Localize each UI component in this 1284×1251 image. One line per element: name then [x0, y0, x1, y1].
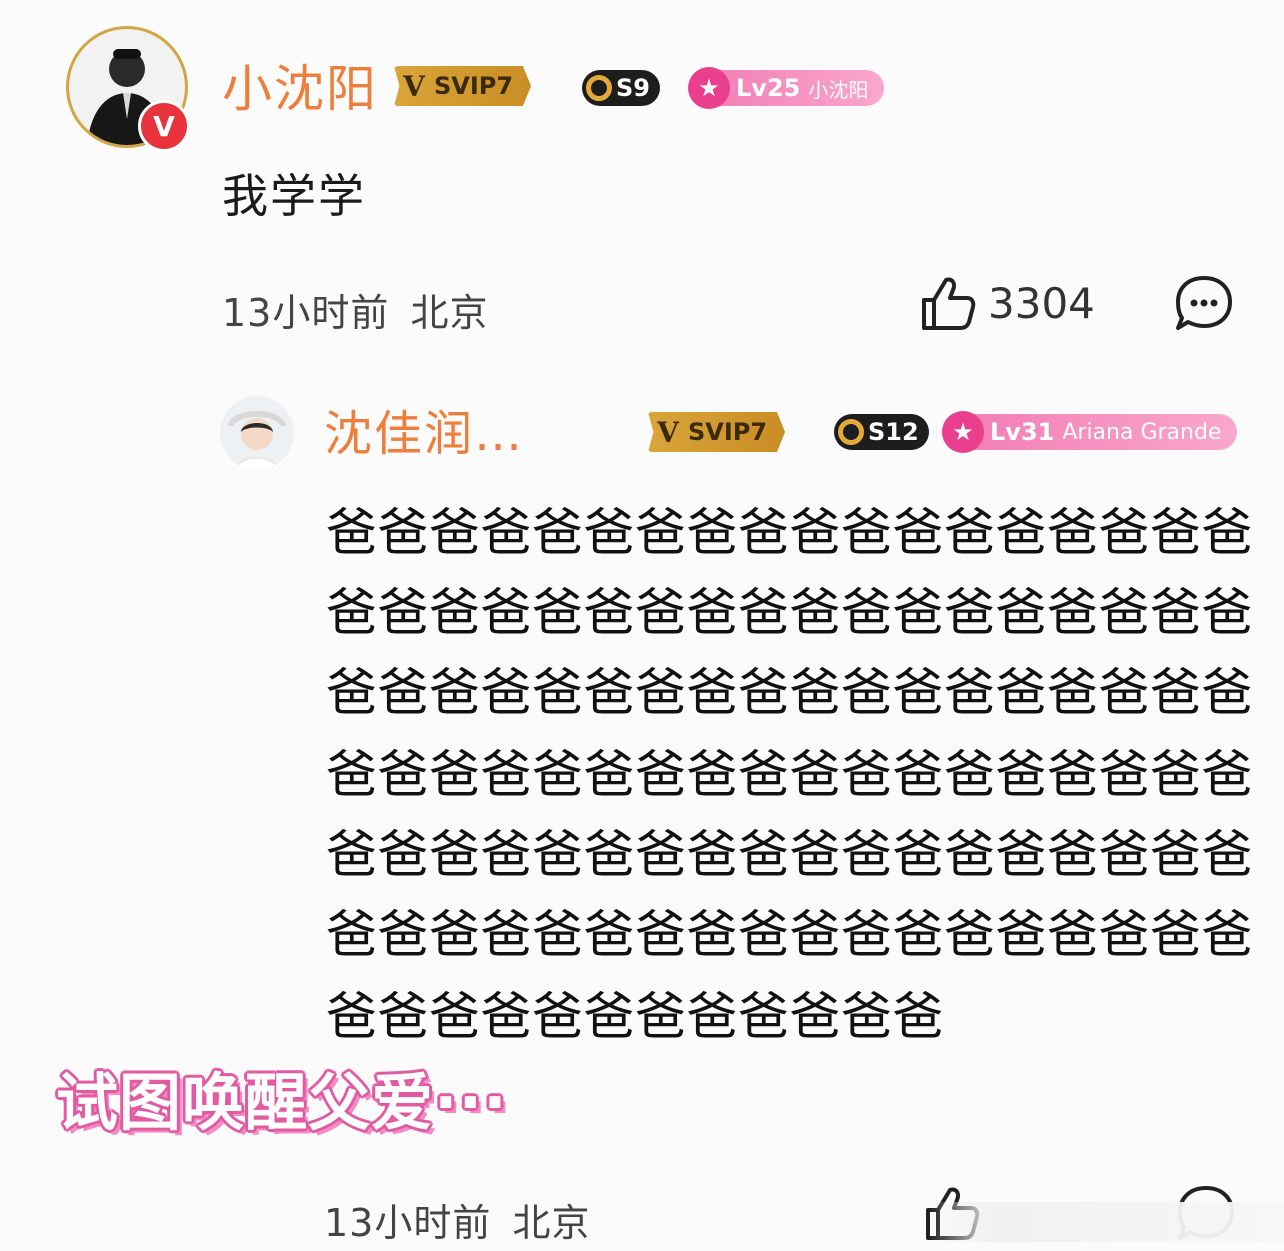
reply-text-line: 爸爸爸爸爸爸爸爸爸爸爸爸爸爸爸爸爸爸 — [326, 826, 1254, 885]
thumbs-up-icon — [922, 277, 976, 330]
season-badge[interactable]: S12 — [834, 414, 929, 450]
comment-meta: 13小时前 北京 — [222, 282, 488, 337]
season-ring-icon — [838, 419, 864, 445]
reply-username[interactable]: 沈佳润… — [324, 410, 524, 458]
reply-text-line: 爸爸爸爸爸爸爸爸爸爸爸爸爸爸爸爸爸爸 — [326, 504, 1254, 563]
svip-badge[interactable]: V SVIP7 — [394, 66, 532, 106]
season-badge[interactable]: S9 — [582, 70, 660, 106]
verified-badge-icon: V — [138, 100, 190, 152]
reply-text-line: 爸爸爸爸爸爸爸爸爸爸爸爸爸爸爸爸爸爸 — [326, 664, 1254, 723]
comment-text: 我学学 — [222, 169, 366, 223]
season-ring-icon — [586, 75, 612, 101]
level-badge[interactable]: ★ Lv31 Ariana Grande — [942, 411, 1238, 453]
star-icon: ★ — [688, 67, 730, 109]
level-badge[interactable]: ★ Lv25 小沈阳 — [688, 67, 885, 109]
reply-avatar[interactable] — [220, 396, 294, 470]
like-button[interactable]: 3304 — [918, 274, 1095, 332]
blur-overlay — [930, 1202, 1284, 1242]
comment-item: V 小沈阳 V SVIP7 S9 ★ Lv25 小沈阳 我学学 13小时前 北京… — [0, 0, 1284, 360]
comment-bubble-icon — [1176, 276, 1232, 330]
reply-meta: 13小时前 北京 — [324, 1192, 590, 1247]
reply-text-line: 爸爸爸爸爸爸爸爸爸爸爸爸爸爸爸爸爸爸 — [326, 746, 1254, 805]
like-count: 3304 — [988, 278, 1095, 328]
location: 北京 — [410, 291, 489, 335]
svip-badge[interactable]: V SVIP7 — [648, 412, 786, 452]
location: 北京 — [512, 1201, 591, 1245]
timestamp: 13小时前 — [222, 291, 390, 335]
reply-text-line: 爸爸爸爸爸爸爸爸爸爸爸爸爸爸爸爸爸爸 — [326, 584, 1254, 643]
reply-text-line: 爸爸爸爸爸爸爸爸爸爸爸爸爸爸爸爸爸爸 — [326, 906, 1254, 965]
star-icon: ★ — [942, 411, 984, 453]
overlay-caption: 试图唤醒父爱··· — [56, 1066, 508, 1139]
username[interactable]: 小沈阳 — [222, 64, 378, 114]
timestamp: 13小时前 — [324, 1201, 492, 1245]
svip-v-icon: V — [657, 415, 679, 449]
svip-v-icon: V — [403, 69, 425, 103]
reply-text: 爸爸爸爸爸爸爸爸爸爸爸爸爸爸爸爸爸爸 爸爸爸爸爸爸爸爸爸爸爸爸爸爸爸爸爸爸 爸爸… — [326, 508, 1253, 1072]
reply-button[interactable] — [1174, 274, 1234, 336]
